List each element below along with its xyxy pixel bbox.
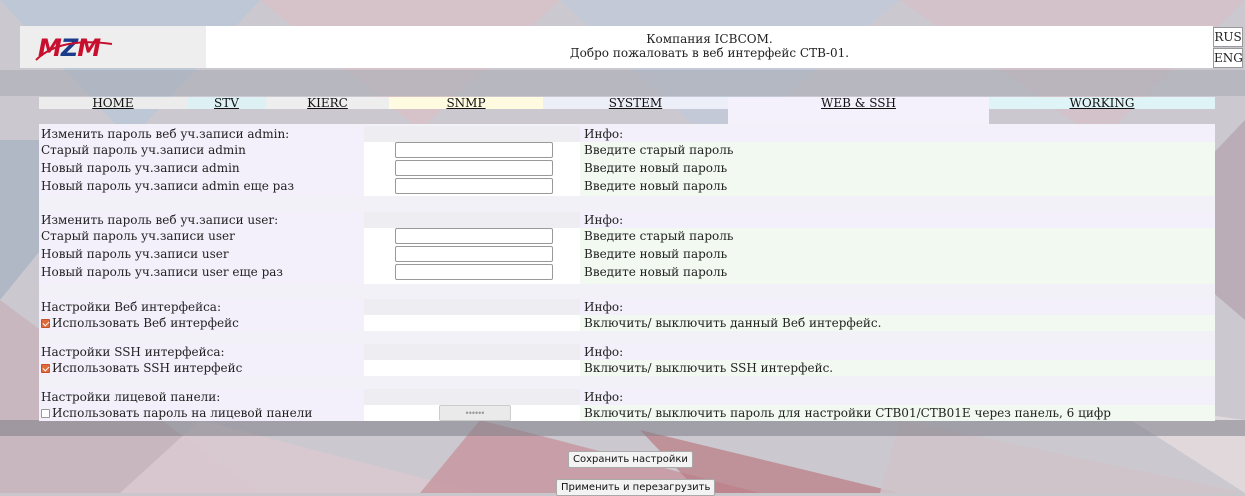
ssh-section-header: Настройки SSH интерфейса: Инфо: bbox=[39, 344, 1215, 360]
info-heading: Инфо: bbox=[584, 345, 624, 359]
lang-eng-button[interactable]: ENG bbox=[1213, 48, 1243, 68]
web-section-header: Настройки Веб интерфейса: Инфо: bbox=[39, 299, 1215, 315]
tab-web-ssh[interactable]: WEB & SSH bbox=[728, 97, 989, 124]
apply-reboot-button[interactable]: Применить и перезагрузить bbox=[556, 479, 716, 496]
ssh-enable-row: Использовать SSH интерфейс Включить/ вык… bbox=[39, 360, 1215, 376]
tab-snmp[interactable]: SNMP bbox=[389, 97, 543, 109]
field-info: Введите новый пароль bbox=[584, 247, 728, 261]
field-label: Новый пароль уч.записи admin bbox=[41, 161, 240, 175]
tab-kierc[interactable]: KIERC bbox=[266, 97, 389, 109]
checkbox-label: Использовать пароль на лицевой панели bbox=[52, 406, 313, 420]
panel-password-checkbox[interactable] bbox=[41, 409, 50, 418]
field-label: Новый пароль уч.записи admin еще раз bbox=[41, 179, 295, 193]
panel-password-row: Использовать пароль на лицевой панели Вк… bbox=[39, 405, 1215, 421]
ssh-enable-checkbox[interactable] bbox=[41, 364, 50, 373]
tab-home[interactable]: HOME bbox=[39, 97, 187, 109]
settings-panel: Изменить пароль веб уч.записи admin: Инф… bbox=[39, 124, 1215, 421]
user-repeat-password-row: Новый пароль уч.записи user еще раз Введ… bbox=[39, 264, 1215, 284]
user-new-password-row: Новый пароль уч.записи user Введите новы… bbox=[39, 246, 1215, 264]
field-label: Новый пароль уч.записи user еще раз bbox=[41, 265, 283, 279]
panel-section-header: Настройки лицевой панели: Инфо: bbox=[39, 389, 1215, 405]
user-old-password-row: Старый пароль уч.записи user Введите ста… bbox=[39, 228, 1215, 246]
section-heading: Изменить пароль веб уч.записи user: bbox=[41, 213, 279, 227]
field-info: Введите старый пароль bbox=[584, 229, 734, 243]
welcome-text: Добро пожаловать в веб интерфейс СТВ-01. bbox=[569, 46, 850, 60]
header-bar: MZM Компания ICBCOM. Добро пожаловать в … bbox=[20, 26, 1213, 68]
save-settings-button[interactable]: Сохранить настройки bbox=[568, 451, 693, 468]
web-enable-checkbox[interactable] bbox=[41, 319, 50, 328]
user-old-password-input[interactable] bbox=[395, 228, 553, 244]
section-heading: Изменить пароль веб уч.записи admin: bbox=[41, 127, 290, 141]
section-heading: Настройки лицевой панели: bbox=[41, 390, 221, 404]
info-heading: Инфо: bbox=[584, 127, 624, 141]
field-info: Введите новый пароль bbox=[584, 265, 728, 279]
info-heading: Инфо: bbox=[584, 300, 624, 314]
swoosh-icon bbox=[35, 41, 113, 61]
admin-old-password-input[interactable] bbox=[395, 142, 553, 158]
admin-new-password-row: Новый пароль уч.записи admin Введите нов… bbox=[39, 160, 1215, 178]
section-heading: Настройки SSH интерфейса: bbox=[41, 345, 225, 359]
field-label: Новый пароль уч.записи user bbox=[41, 247, 229, 261]
info-heading: Инфо: bbox=[584, 213, 624, 227]
company-logo: MZM bbox=[35, 34, 113, 62]
field-info: Включить/ выключить пароль для настройки… bbox=[584, 406, 1111, 420]
tab-system[interactable]: SYSTEM bbox=[543, 97, 728, 109]
section-heading: Настройки Веб интерфейса: bbox=[41, 300, 221, 314]
tab-stv[interactable]: STV bbox=[187, 97, 266, 109]
field-info: Включить/ выключить данный Веб интерфейс… bbox=[584, 316, 882, 330]
field-info: Включить/ выключить SSH интерфейс. bbox=[584, 361, 834, 375]
admin-repeat-password-input[interactable] bbox=[395, 178, 553, 194]
user-new-password-input[interactable] bbox=[395, 246, 553, 262]
field-label: Старый пароль уч.записи user bbox=[41, 229, 235, 243]
checkbox-label: Использовать Веб интерфейс bbox=[52, 316, 239, 330]
checkbox-label: Использовать SSH интерфейс bbox=[52, 361, 243, 375]
field-label: Старый пароль уч.записи admin bbox=[41, 143, 246, 157]
main-nav: HOME STV KIERC SNMP SYSTEM WEB & SSH WOR… bbox=[39, 97, 1215, 124]
info-heading: Инфо: bbox=[584, 390, 624, 404]
tab-working[interactable]: WORKING bbox=[989, 97, 1215, 109]
header-title: Компания ICBCOM. Добро пожаловать в веб … bbox=[206, 32, 1213, 60]
field-info: Введите новый пароль bbox=[584, 179, 728, 193]
panel-pin-input[interactable] bbox=[439, 405, 511, 421]
user-repeat-password-input[interactable] bbox=[395, 264, 553, 280]
admin-repeat-password-row: Новый пароль уч.записи admin еще раз Вве… bbox=[39, 178, 1215, 196]
user-section-header: Изменить пароль веб уч.записи user: Инфо… bbox=[39, 212, 1215, 228]
web-enable-row: Использовать Веб интерфейс Включить/ вык… bbox=[39, 315, 1215, 331]
field-info: Введите новый пароль bbox=[584, 161, 728, 175]
admin-old-password-row: Старый пароль уч.записи admin Введите ст… bbox=[39, 142, 1215, 160]
field-info: Введите старый пароль bbox=[584, 143, 734, 157]
company-name: Компания ICBCOM. bbox=[646, 32, 773, 46]
admin-new-password-input[interactable] bbox=[395, 160, 553, 176]
logo-box: MZM bbox=[20, 26, 206, 68]
admin-section-header: Изменить пароль веб уч.записи admin: Инф… bbox=[39, 126, 1215, 142]
lang-rus-button[interactable]: RUS bbox=[1213, 27, 1243, 47]
